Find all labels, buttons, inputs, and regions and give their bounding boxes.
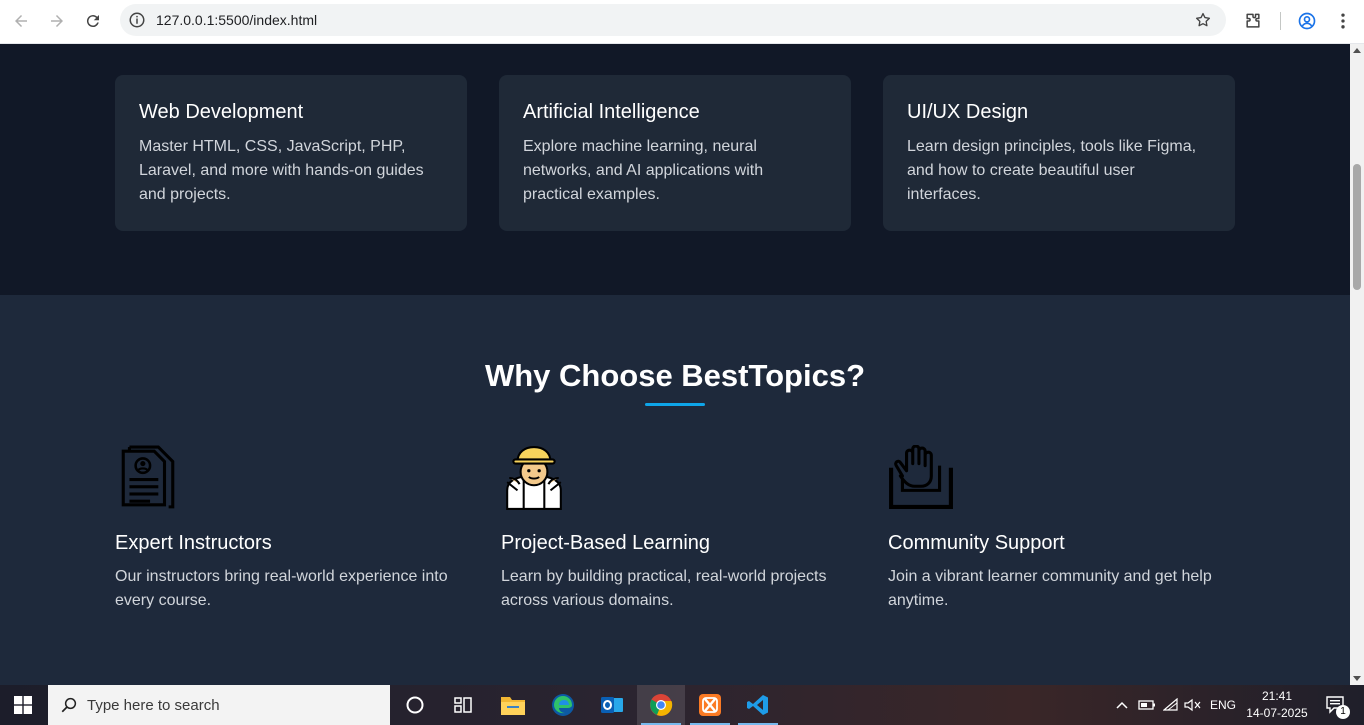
scroll-down-arrow-icon[interactable]	[1353, 676, 1361, 681]
xampp-button[interactable]	[686, 685, 734, 725]
forward-button[interactable]	[44, 8, 70, 34]
scroll-up-arrow-icon[interactable]	[1353, 48, 1361, 53]
topic-card-description: Master HTML, CSS, JavaScript, PHP, Larav…	[139, 138, 424, 203]
notification-count-badge: 1	[1336, 705, 1350, 719]
battery-status[interactable]	[1136, 685, 1158, 725]
back-button[interactable]	[8, 8, 34, 34]
network-status[interactable]	[1160, 685, 1182, 725]
address-bar[interactable]: 127.0.0.1:5500/index.html	[120, 4, 1226, 36]
windows-taskbar: Type here to search ENG 21:41 14-07-2025…	[0, 685, 1364, 725]
topics-section: Web Development Master HTML, CSS, JavaSc…	[0, 44, 1350, 295]
topic-card-description: Explore machine learning, neural network…	[523, 138, 764, 203]
show-hidden-icons[interactable]	[1112, 685, 1132, 725]
raised-hand-icon	[889, 444, 953, 509]
clock-date: 14-07-2025	[1246, 706, 1308, 720]
search-placeholder[interactable]: Type here to search	[87, 697, 220, 714]
puzzle-icon	[1246, 13, 1260, 28]
site-info-icon[interactable]	[128, 11, 146, 29]
system-clock[interactable]: 21:41 14-07-2025	[1244, 688, 1310, 722]
xampp-icon	[699, 694, 721, 716]
browser-toolbar: 127.0.0.1:5500/index.html	[0, 0, 1364, 44]
profile-button[interactable]	[1294, 8, 1320, 34]
topic-card-title: Artificial Intelligence	[523, 101, 700, 123]
why-choose-section: Why Choose BestTopics? Expert Instructor…	[0, 295, 1350, 685]
task-view-button[interactable]	[439, 685, 487, 725]
topic-card-ui-ux-design[interactable]: UI/UX Design Learn design principles, to…	[883, 75, 1235, 231]
feature-expert-instructors: Expert Instructors Our instructors bring…	[115, 445, 465, 613]
speaker-muted-icon	[1184, 698, 1201, 712]
menu-button[interactable]	[1330, 8, 1356, 34]
feature-title: Community Support	[888, 532, 1065, 554]
feature-community-support: Community Support Join a vibrant learner…	[888, 444, 1238, 613]
battery-icon	[1138, 700, 1155, 710]
chrome-browser-icon	[650, 694, 673, 716]
toolbar-divider	[1280, 12, 1281, 30]
notification-center[interactable]: 1	[1318, 685, 1354, 725]
outlook-icon	[601, 697, 623, 713]
page-scrollbar[interactable]	[1350, 44, 1364, 685]
topic-card-title: UI/UX Design	[907, 101, 1029, 123]
reload-button[interactable]	[80, 8, 106, 34]
feature-title: Expert Instructors	[115, 532, 272, 554]
clock-time: 21:41	[1261, 689, 1293, 703]
scrollbar-thumb[interactable]	[1353, 164, 1361, 290]
arrow-right-icon	[51, 15, 63, 27]
folder-icon	[501, 697, 525, 715]
task-view-icon	[454, 697, 472, 713]
feature-project-based-learning: Project-Based Learning Learn by building…	[501, 445, 851, 613]
edge-button[interactable]	[539, 685, 587, 725]
page-viewport: Web Development Master HTML, CSS, JavaSc…	[0, 44, 1350, 685]
title-underline	[645, 403, 705, 406]
windows-logo-icon	[14, 696, 32, 714]
search-icon	[61, 697, 77, 713]
taskbar-search[interactable]: Type here to search	[48, 685, 390, 725]
arrow-left-icon	[15, 15, 27, 27]
topic-card-web-development[interactable]: Web Development Master HTML, CSS, JavaSc…	[115, 75, 467, 231]
topic-card-description: Learn design principles, tools like Figm…	[907, 138, 1197, 203]
feature-description: Our instructors bring real-world experie…	[115, 568, 448, 609]
cortana-circle-icon	[406, 696, 424, 714]
worker-hardhat-icon	[506, 446, 562, 510]
reload-icon	[86, 15, 99, 28]
edge-browser-icon	[552, 694, 574, 716]
feature-title: Project-Based Learning	[501, 532, 711, 554]
outlook-button[interactable]	[588, 685, 636, 725]
wifi-icon	[1163, 698, 1178, 711]
file-explorer-button[interactable]	[489, 685, 537, 725]
cortana-button[interactable]	[391, 685, 439, 725]
bookmark-star-icon[interactable]	[1194, 11, 1212, 29]
start-button[interactable]	[0, 685, 46, 725]
chevron-up-icon	[1116, 701, 1128, 709]
topic-card-artificial-intelligence[interactable]: Artificial Intelligence Explore machine …	[499, 75, 851, 231]
url-text[interactable]: 127.0.0.1:5500/index.html	[156, 12, 317, 28]
feature-description: Join a vibrant learner community and get…	[888, 568, 1212, 609]
volume-control[interactable]	[1182, 685, 1204, 725]
kebab-menu-icon	[1341, 13, 1345, 29]
vscode-button[interactable]	[734, 685, 782, 725]
input-language[interactable]: ENG	[1206, 685, 1240, 725]
vscode-icon	[747, 695, 768, 715]
section-title: Why Choose BestTopics?	[484, 358, 866, 393]
feature-description: Learn by building practical, real-world …	[501, 568, 827, 609]
profile-icon	[1298, 12, 1316, 30]
resume-document-icon	[121, 445, 175, 509]
topic-card-title: Web Development	[139, 101, 304, 123]
chrome-button[interactable]	[637, 685, 685, 725]
extensions-button[interactable]	[1240, 8, 1266, 34]
